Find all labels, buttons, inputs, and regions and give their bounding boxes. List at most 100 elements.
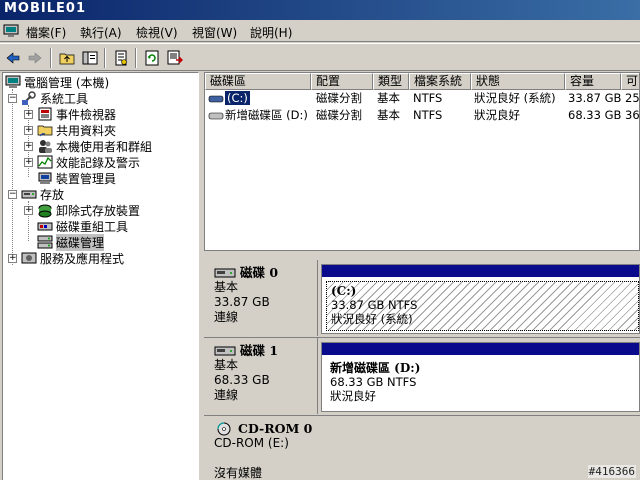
disk-state: 沒有媒體: [214, 466, 263, 480]
column-header-status[interactable]: 狀態: [471, 73, 565, 90]
tree-item-system-tools[interactable]: − 系統工具: [8, 90, 88, 106]
expand-toggle-icon[interactable]: +: [24, 141, 33, 151]
tree-item-computer-management[interactable]: 電腦管理 (本機): [5, 74, 109, 90]
disk-state: 連線: [214, 388, 239, 402]
expand-toggle-icon[interactable]: +: [24, 205, 33, 215]
menu-help[interactable]: 說明(H): [250, 24, 292, 41]
expand-toggle-icon[interactable]: +: [24, 157, 33, 167]
toolbar: [0, 43, 640, 71]
collapse-toggle-icon[interactable]: −: [8, 93, 17, 103]
disk-management-icon: [37, 235, 53, 249]
tree-label: 磁碟重組工具: [56, 219, 129, 234]
cell-free-space: 36.: [625, 108, 640, 122]
tree-label: 存放: [40, 187, 65, 202]
cell-filesystem: NTFS: [413, 91, 443, 105]
column-header-type[interactable]: 類型: [373, 73, 409, 90]
tree-item-storage[interactable]: − 存放: [8, 186, 64, 202]
tree-item-local-users-groups[interactable]: + 本機使用者和群組: [24, 138, 152, 154]
console-tree-icon: [82, 51, 98, 65]
refresh-button[interactable]: [141, 47, 163, 69]
show-hide-tree-button[interactable]: [79, 47, 101, 69]
event-viewer-icon: [38, 107, 52, 121]
partition-body: (C:) 33.87 GB NTFS 狀況良好 (系統): [326, 281, 639, 331]
column-header-volume[interactable]: 磁碟區: [205, 73, 311, 90]
title-logo: MOBILE01: [4, 1, 86, 16]
disk-name: 磁碟 0: [214, 265, 317, 280]
cell-capacity: 33.87 GB: [568, 91, 622, 105]
disk-row-cdrom: CD-ROM 0 CD-ROM (E:) 沒有媒體: [204, 416, 640, 480]
back-arrow-icon: [6, 52, 20, 64]
column-header-filesystem[interactable]: 檔案系統: [409, 73, 471, 90]
services-icon: [21, 252, 37, 264]
tree-item-performance-logs[interactable]: + 效能記錄及警示: [24, 154, 140, 170]
tree-item-shared-folders[interactable]: + 共用資料夾: [24, 122, 116, 138]
partition-status: 狀況良好 (系統): [331, 312, 413, 326]
collapse-toggle-icon[interactable]: −: [8, 189, 17, 199]
storage-icon: [21, 190, 37, 199]
menu-bar: 檔案(F) 執行(A) 檢視(V) 視窗(W) 說明(H): [0, 20, 640, 42]
partition-detail: 68.33 GB NTFS: [330, 375, 417, 389]
menu-file[interactable]: 檔案(F): [26, 24, 66, 41]
volume-list: 磁碟區 配置 類型 檔案系統 狀態 容量 可 (C:) 磁碟分割 基本 NTFS…: [204, 72, 640, 250]
expand-toggle-icon[interactable]: +: [24, 125, 33, 135]
column-header-layout[interactable]: 配置: [311, 73, 373, 90]
tree-item-removable-storage[interactable]: + 卸除式存放裝置: [24, 202, 140, 218]
tree-label: 裝置管理員: [56, 171, 117, 186]
properties-button[interactable]: [110, 47, 132, 69]
console-tree: 電腦管理 (本機) − 系統工具 + 事件檢視器 + 共用資料夾 + 本機使用者…: [2, 72, 199, 480]
tree-label: 電腦管理 (本機): [24, 75, 110, 90]
partition-body: 新增磁碟區 (D:) 68.33 GB NTFS 狀況良好: [326, 359, 639, 409]
forward-button[interactable]: [24, 47, 46, 69]
export-list-button[interactable]: [164, 47, 186, 69]
partition-c[interactable]: (C:) 33.87 GB NTFS 狀況良好 (系統): [321, 264, 640, 334]
toolbar-separator: [135, 48, 137, 68]
disk-type: 基本: [214, 358, 239, 372]
expand-toggle-icon[interactable]: +: [8, 253, 17, 263]
disk-name: 磁碟 1: [214, 343, 317, 358]
toolbar-separator: [104, 48, 106, 68]
cell-status: 狀況良好 (系統): [474, 91, 556, 105]
tree-label: 事件檢視器: [56, 107, 117, 122]
removable-storage-icon: [38, 204, 52, 218]
menu-window[interactable]: 視窗(W): [192, 24, 237, 41]
disk-size: 68.33 GB: [214, 373, 270, 387]
disk-type: 基本: [214, 280, 239, 294]
tree-item-disk-defragmenter[interactable]: 磁碟重組工具: [37, 218, 128, 234]
tree-label: 效能記錄及警示: [56, 155, 141, 170]
tree-item-disk-management[interactable]: 磁碟管理: [37, 233, 105, 251]
partition-name: (C:): [331, 284, 357, 298]
cell-layout: 磁碟分割: [316, 108, 362, 122]
tree-item-event-viewer[interactable]: + 事件檢視器: [24, 106, 116, 122]
export-list-icon: [167, 50, 183, 65]
partition-d[interactable]: 新增磁碟區 (D:) 68.33 GB NTFS 狀況良好: [321, 342, 640, 412]
back-button[interactable]: [2, 47, 24, 69]
computer-management-icon[interactable]: [3, 23, 19, 39]
expand-toggle-icon[interactable]: +: [24, 109, 33, 119]
users-icon: [39, 140, 52, 153]
menu-view[interactable]: 檢視(V): [136, 24, 178, 41]
horizontal-splitter[interactable]: [204, 250, 640, 258]
partition-detail: 33.87 GB NTFS: [331, 298, 418, 312]
column-header-capacity[interactable]: 容量: [565, 73, 621, 90]
cell-type: 基本: [377, 108, 400, 122]
partition-status: 狀況良好: [330, 389, 376, 403]
hard-disk-icon: [214, 346, 236, 355]
tree-item-device-manager[interactable]: 裝置管理員: [37, 170, 116, 186]
cell-status: 狀況良好: [474, 108, 520, 122]
tree-item-services-applications[interactable]: + 服務及應用程式: [8, 250, 124, 266]
disk-info-cdrom[interactable]: CD-ROM 0 CD-ROM (E:) 沒有媒體: [206, 416, 318, 480]
disk-info-1[interactable]: 磁碟 1 基本 68.33 GB 連線: [206, 338, 318, 414]
tree-label: 磁碟管理: [56, 233, 105, 251]
hard-disk-icon: [214, 268, 236, 277]
disk-state: 連線: [214, 310, 239, 324]
disk-info-0[interactable]: 磁碟 0 基本 33.87 GB 連線: [206, 260, 318, 336]
column-header-free-space[interactable]: 可: [621, 73, 639, 90]
menu-action[interactable]: 執行(A): [80, 24, 122, 41]
computer-management-icon: [5, 75, 21, 88]
disk-name: CD-ROM 0: [214, 421, 318, 436]
cell-free-space: 25.: [625, 91, 640, 105]
tree-label: 服務及應用程式: [40, 251, 125, 266]
up-level-button[interactable]: [56, 47, 78, 69]
tree-label: 共用資料夾: [56, 123, 117, 138]
disk-row-0: 磁碟 0 基本 33.87 GB 連線 (C:) 33.87 GB NTFS 狀…: [204, 260, 640, 336]
